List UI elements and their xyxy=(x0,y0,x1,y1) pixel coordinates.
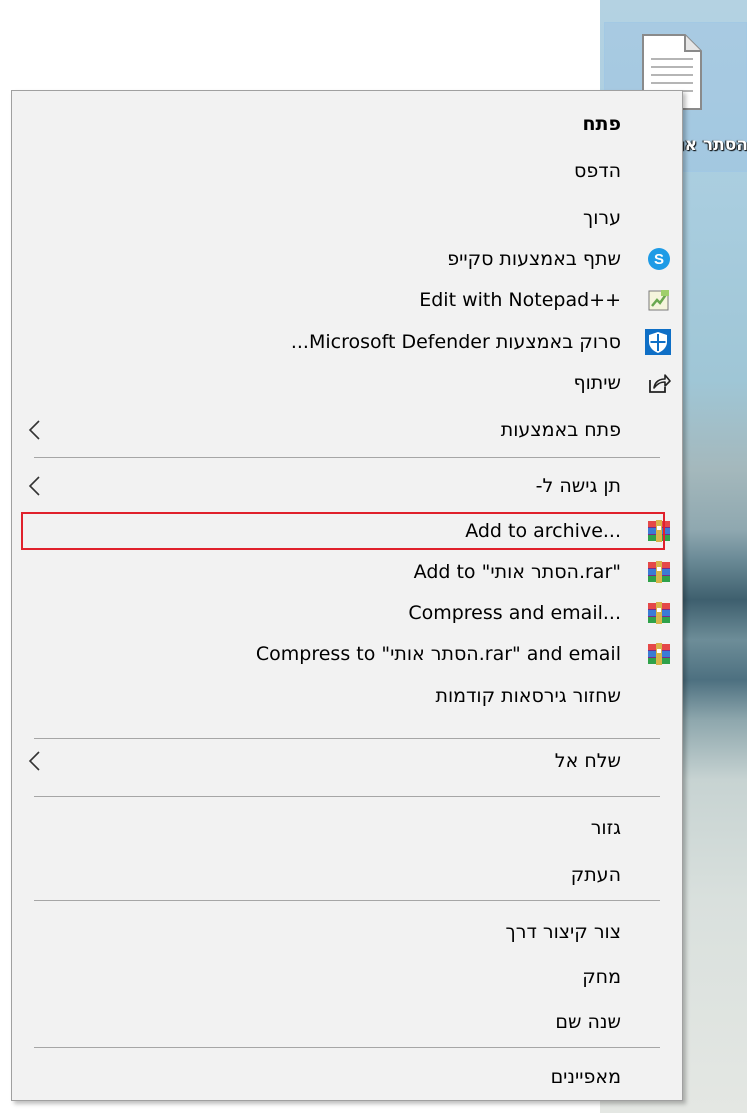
menu-separator xyxy=(34,796,660,797)
chevron-left-icon xyxy=(28,751,40,771)
menu-item-properties[interactable]: מאפיינים xyxy=(13,1056,681,1098)
menu-item-label: Edit with Notepad++ xyxy=(419,289,621,311)
menu-item-copy[interactable]: העתק xyxy=(13,854,681,896)
winrar-icon xyxy=(648,643,670,665)
menu-item-label: סרוק באמצעות Microsoft Defender... xyxy=(290,331,621,353)
menu-item-add-to-archive[interactable]: Add to archive... xyxy=(13,510,681,552)
menu-item-label: שחזור גירסאות קודמות xyxy=(435,685,621,707)
menu-item-label: מחק xyxy=(582,966,621,988)
notepad-plus-plus-icon xyxy=(648,290,669,311)
menu-item-notepad-plus-plus[interactable]: Edit with Notepad++ xyxy=(13,279,681,321)
menu-item-label: פתח xyxy=(582,113,621,135)
menu-item-label: שתף באמצעות סקייפ xyxy=(447,248,621,270)
menu-item-label: Add to "הסתר אותי.rar" xyxy=(413,561,621,583)
menu-item-label: שנה שם xyxy=(555,1011,621,1033)
menu-item-label: Compress to "הסתר אותי.rar" and email xyxy=(255,643,621,665)
menu-item-label: פתח באמצעות xyxy=(500,419,621,441)
menu-item-label: שלח אל xyxy=(554,750,621,772)
svg-text:S: S xyxy=(654,251,664,268)
menu-separator xyxy=(34,1047,660,1048)
winrar-icon xyxy=(648,561,670,583)
menu-item-label: מאפיינים xyxy=(550,1066,621,1088)
menu-item-delete[interactable]: מחק xyxy=(13,956,681,998)
menu-item-give-access[interactable]: תן גישה ל- xyxy=(13,465,681,507)
context-menu: פתח הדפס ערוך S שתף באמצעות סקייפ Edit w… xyxy=(11,90,683,1101)
menu-item-label: שיתוף xyxy=(573,372,621,394)
chevron-left-icon xyxy=(28,476,40,496)
menu-item-create-shortcut[interactable]: צור קיצור דרך xyxy=(13,911,681,953)
menu-item-open-with[interactable]: פתח באמצעות xyxy=(13,409,681,451)
menu-item-label: העתק xyxy=(570,864,621,886)
menu-item-label: Compress and email... xyxy=(408,602,621,624)
menu-item-print[interactable]: הדפס xyxy=(13,150,681,192)
share-icon xyxy=(649,374,671,393)
menu-item-share[interactable]: שיתוף xyxy=(13,362,681,404)
menu-item-cut[interactable]: גזור xyxy=(13,807,681,849)
menu-separator xyxy=(34,738,660,739)
defender-shield-icon xyxy=(645,329,671,355)
menu-item-label: תן גישה ל- xyxy=(535,475,621,497)
menu-item-share-skype[interactable]: S שתף באמצעות סקייפ xyxy=(13,238,681,280)
menu-item-edit[interactable]: ערוך xyxy=(13,197,681,239)
menu-item-label: גזור xyxy=(590,817,621,839)
menu-item-label: ערוך xyxy=(583,207,621,229)
menu-item-compress-to-rar-and-email[interactable]: Compress to "הסתר אותי.rar" and email xyxy=(13,633,681,675)
menu-item-add-to-rar[interactable]: Add to "הסתר אותי.rar" xyxy=(13,551,681,593)
chevron-left-icon xyxy=(28,420,40,440)
menu-item-scan-defender[interactable]: סרוק באמצעות Microsoft Defender... xyxy=(13,321,681,363)
menu-item-label: צור קיצור דרך xyxy=(505,921,621,943)
screen: הסתר אותי.rar פתח הדפס ערוך S שתף באמצעו… xyxy=(0,0,747,1113)
menu-item-send-to[interactable]: שלח אל xyxy=(13,740,681,782)
menu-separator xyxy=(34,900,660,901)
menu-item-restore-previous-versions[interactable]: שחזור גירסאות קודמות xyxy=(13,675,681,717)
menu-item-rename[interactable]: שנה שם xyxy=(13,1001,681,1043)
winrar-icon xyxy=(648,602,670,624)
menu-item-label: Add to archive... xyxy=(465,520,621,542)
winrar-icon xyxy=(648,520,670,542)
skype-icon: S xyxy=(648,248,670,270)
menu-item-label: הדפס xyxy=(574,160,621,182)
menu-item-compress-and-email[interactable]: Compress and email... xyxy=(13,592,681,634)
menu-item-open[interactable]: פתח xyxy=(13,103,681,145)
menu-separator xyxy=(34,457,660,458)
